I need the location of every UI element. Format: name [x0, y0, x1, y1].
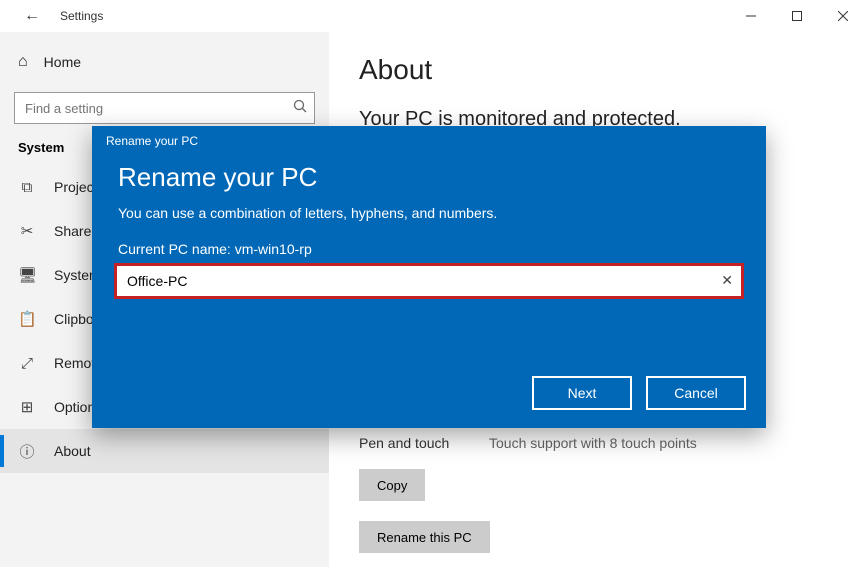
page-title: About: [359, 54, 836, 86]
features-icon: ⊞: [18, 398, 36, 416]
dialog-heading: Rename your PC: [92, 148, 766, 201]
next-button[interactable]: Next: [532, 376, 632, 410]
pen-touch-value: Touch support with 8 touch points: [489, 435, 697, 451]
sidebar-item-about[interactable]: ⓘ About: [0, 429, 329, 473]
dialog-hint: You can use a combination of letters, hy…: [92, 201, 766, 241]
remote-icon: ⤢: [18, 355, 36, 372]
sidebar-home-label: Home: [44, 54, 81, 70]
scissors-icon: ✂: [18, 222, 36, 240]
copy-button[interactable]: Copy: [359, 469, 425, 501]
clipboard-icon: 📋: [18, 310, 36, 328]
cancel-button[interactable]: Cancel: [646, 376, 746, 410]
maximize-button[interactable]: [774, 0, 820, 32]
info-icon: ⓘ: [18, 441, 36, 462]
sidebar-item-label: About: [54, 443, 91, 459]
monitor-icon: 🖥: [18, 266, 36, 284]
pc-name-input[interactable]: [117, 266, 741, 296]
search-input[interactable]: [14, 92, 315, 124]
sidebar-home[interactable]: ⌂ Home: [0, 42, 329, 82]
projecting-icon: ⧉: [18, 179, 36, 196]
dialog-current-name: Current PC name: vm-win10-rp: [92, 241, 766, 263]
back-icon[interactable]: ←: [16, 8, 48, 24]
title-bar: ← Settings: [0, 0, 866, 32]
window-title: Settings: [60, 9, 103, 23]
dialog-small-title: Rename your PC: [92, 126, 766, 148]
minimize-button[interactable]: [728, 0, 774, 32]
close-button[interactable]: [820, 0, 866, 32]
home-icon: ⌂: [18, 53, 28, 71]
search-icon: [293, 99, 307, 116]
rename-pc-button[interactable]: Rename this PC: [359, 521, 490, 553]
pen-touch-label: Pen and touch: [359, 435, 469, 451]
clear-input-icon[interactable]: ✕: [721, 272, 733, 289]
rename-pc-dialog: Rename your PC Rename your PC You can us…: [92, 126, 766, 428]
